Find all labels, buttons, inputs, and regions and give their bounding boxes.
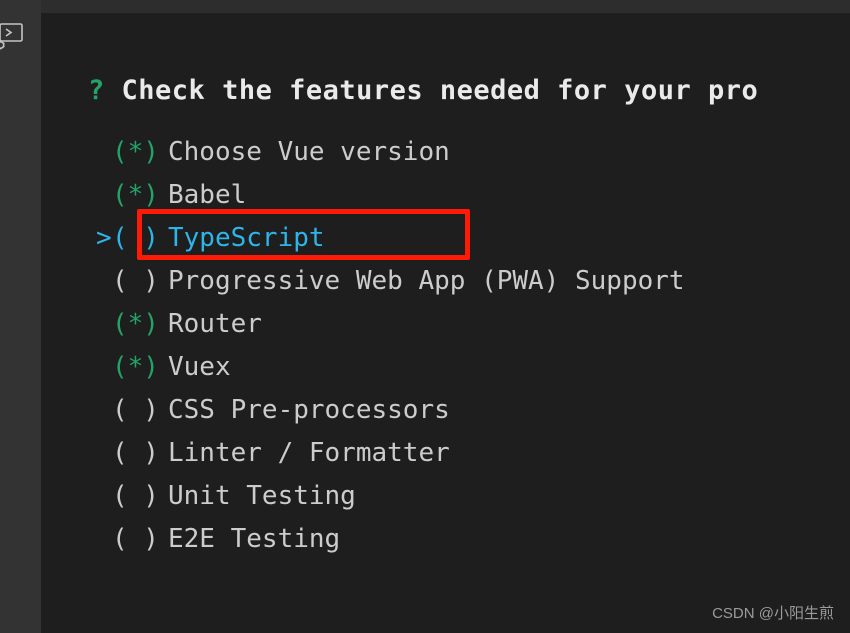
option-label: Unit Testing xyxy=(168,481,356,511)
activity-bar xyxy=(0,0,41,633)
checkbox-checked-icon[interactable]: (*) xyxy=(112,131,168,174)
option-label: CSS Pre-processors xyxy=(168,395,450,425)
screenshot-root: ? Check the features needed for your pro… xyxy=(0,0,850,633)
option-row[interactable]: (*) Router xyxy=(88,303,850,346)
checkbox-unchecked-icon[interactable]: ( ) xyxy=(112,518,168,561)
option-row[interactable]: (*) Vuex xyxy=(88,346,850,389)
checkbox-unchecked-icon[interactable]: ( ) xyxy=(112,217,168,260)
integrated-terminal[interactable]: ? Check the features needed for your pro… xyxy=(41,13,850,633)
option-label: Progressive Web App (PWA) Support xyxy=(168,266,685,296)
option-row[interactable]: ( ) E2E Testing xyxy=(88,518,850,561)
terminal-debug-icon[interactable] xyxy=(0,18,27,54)
checkbox-unchecked-icon[interactable]: ( ) xyxy=(112,260,168,303)
prompt-marker-icon: ? xyxy=(88,75,105,106)
selection-cursor-icon: > xyxy=(96,223,112,253)
option-row[interactable]: ( ) Linter / Formatter xyxy=(88,432,850,475)
option-row[interactable]: ( ) Unit Testing xyxy=(88,475,850,518)
checkbox-unchecked-icon[interactable]: ( ) xyxy=(112,475,168,518)
option-label: Vuex xyxy=(168,352,231,382)
option-label: Babel xyxy=(168,180,247,210)
checkbox-unchecked-icon[interactable]: ( ) xyxy=(112,432,168,475)
option-label: TypeScript xyxy=(168,223,325,253)
option-label: Linter / Formatter xyxy=(168,438,450,468)
checkbox-checked-icon[interactable]: (*) xyxy=(112,303,168,346)
option-row[interactable]: (*) Babel xyxy=(88,174,850,217)
checkbox-checked-icon[interactable]: (*) xyxy=(112,346,168,389)
prompt-question-text: Check the features needed for your pro xyxy=(121,75,759,106)
checkbox-unchecked-icon[interactable]: ( ) xyxy=(112,389,168,432)
watermark: CSDN @小阳生煎 xyxy=(712,605,834,622)
option-row[interactable]: ( ) CSS Pre-processors xyxy=(88,389,850,432)
option-row[interactable]: (*) Choose Vue version xyxy=(88,131,850,174)
option-row[interactable]: >( ) TypeScript xyxy=(88,217,850,260)
panel-header-strip xyxy=(41,0,850,13)
option-label: Choose Vue version xyxy=(168,137,450,167)
checkbox-checked-icon[interactable]: (*) xyxy=(112,174,168,217)
prompt-question-line: ? Check the features needed for your pro xyxy=(88,75,758,106)
feature-option-list[interactable]: (*) Choose Vue version (*) Babel >( ) TypeScr… xyxy=(88,131,850,561)
option-row[interactable]: ( ) Progressive Web App (PWA) Support xyxy=(88,260,850,303)
option-label: Router xyxy=(168,309,262,339)
option-label: E2E Testing xyxy=(168,524,341,554)
